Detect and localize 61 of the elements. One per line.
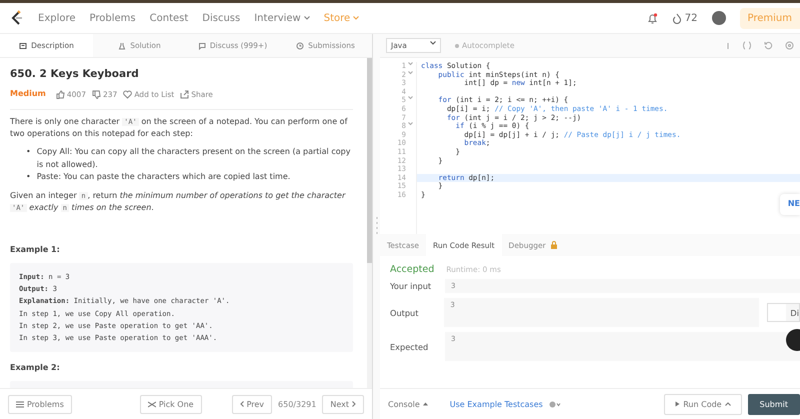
nav-menu[interactable]: Store	[324, 12, 360, 24]
list-icon	[16, 400, 24, 408]
nav-link[interactable]: Problems	[90, 12, 136, 24]
bullet-marker: •	[26, 171, 31, 184]
nav-link[interactable]: Discuss	[202, 12, 240, 24]
example-heading: Example 2:	[10, 362, 61, 374]
clock-icon	[296, 42, 304, 50]
bullet-item: Paste: You can paste the characters which are copied last time.	[36, 171, 290, 184]
avatar[interactable]	[712, 11, 726, 25]
difficulty-label: Medium	[10, 88, 46, 100]
field-label: Expected	[390, 342, 430, 352]
new-badge[interactable]: NE	[780, 194, 800, 215]
example-testcases-link[interactable]: Use Example Testcases	[450, 400, 543, 408]
problem-title: 650. 2 Keys Keyboard	[10, 67, 140, 82]
caret-up-icon	[724, 402, 731, 406]
pick-one-button[interactable]: Pick One	[140, 394, 202, 414]
run-code-button[interactable]: Run Code	[664, 394, 742, 414]
chat-icon	[198, 42, 206, 50]
problem-counter: 650/3291	[278, 400, 316, 408]
example-heading: Example 1:	[10, 244, 61, 256]
caret-down-icon	[304, 16, 310, 20]
result-status: Accepted	[390, 264, 434, 275]
thumbs-down-icon	[92, 90, 101, 99]
bullet-marker: •	[26, 146, 31, 158]
caret-down-icon	[353, 16, 360, 20]
settings-icon	[785, 41, 794, 50]
caret-down-icon	[430, 41, 436, 45]
fold-caret-icon	[408, 122, 413, 126]
chevron-left-icon	[240, 401, 244, 407]
submit-button[interactable]: Submit	[748, 394, 800, 414]
chevron-right-icon	[352, 401, 356, 407]
braces-icon	[742, 41, 752, 50]
logo-icon	[10, 10, 24, 26]
nav-link[interactable]: Contest	[150, 12, 188, 24]
next-button[interactable]: Next	[322, 394, 364, 414]
fold-caret-icon	[408, 96, 413, 100]
caret-up-icon	[422, 402, 428, 406]
flame-icon	[672, 12, 682, 24]
field-label: Your input	[390, 281, 432, 291]
drag-handle-icon	[376, 216, 378, 236]
nav-link[interactable]: Explore	[38, 12, 76, 24]
console-button[interactable]: Console	[388, 400, 428, 408]
bell-icon[interactable]	[646, 12, 658, 24]
scrollbar-thumb[interactable]	[367, 58, 372, 263]
lock-icon	[550, 241, 558, 249]
field-label: Output	[390, 308, 420, 318]
share-icon	[180, 90, 190, 99]
shuffle-icon	[148, 400, 156, 408]
help-icon	[548, 400, 561, 408]
bullet-item: Copy All: You can copy all the characters present on the screen (a partial copy is not allowed).	[36, 146, 352, 171]
play-icon	[675, 401, 680, 407]
streak-count: 72	[684, 12, 698, 24]
problems-button[interactable]: Problems	[8, 394, 72, 414]
reset-icon	[764, 41, 773, 50]
heart-icon	[123, 90, 132, 99]
diff-toggle[interactable]: Di	[767, 303, 800, 322]
prev-button[interactable]: Prev	[232, 394, 272, 414]
flask-icon	[118, 42, 126, 50]
document-icon	[19, 42, 28, 50]
thumbs-up-icon	[56, 90, 65, 99]
nav-menu[interactable]: Interview	[254, 12, 310, 24]
